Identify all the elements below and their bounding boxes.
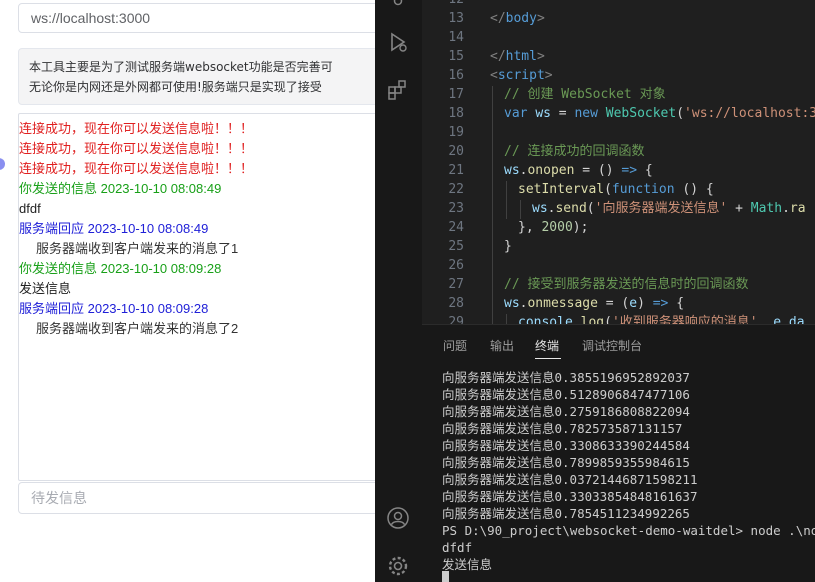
code-line: 27 // 接受到服务器发送的信息时的回调函数 bbox=[422, 275, 815, 294]
code-line: 20 // 连接成功的回调函数 bbox=[422, 142, 815, 161]
tab-output[interactable]: 输出 bbox=[490, 337, 514, 354]
code-line: 25} bbox=[422, 237, 815, 256]
code-text: ws.onopen = () => { bbox=[504, 163, 653, 178]
code-editor[interactable]: 12 13 </body> 14 15 </html> 16 <script> 17 // 创建 … bbox=[422, 0, 815, 324]
line-number: 12 bbox=[422, 0, 464, 9]
message-input[interactable]: 待发信息 bbox=[18, 482, 375, 514]
line-number: 13 bbox=[448, 11, 464, 26]
code-line: 17 // 创建 WebSocket 对象 bbox=[422, 85, 815, 104]
message-item: 你发送的信息 2023-10-10 08:08:49 bbox=[19, 181, 222, 196]
message-item: 服务端回应 2023-10-10 08:09:28 bbox=[19, 301, 209, 316]
line-number: 23 bbox=[448, 201, 464, 216]
line-number: 14 bbox=[448, 30, 464, 45]
code-line: 26 bbox=[422, 256, 815, 275]
code-text: }, 2000); bbox=[518, 220, 589, 235]
line-number: 22 bbox=[448, 182, 464, 197]
code-line: 13 </body> bbox=[422, 9, 815, 28]
code-text: // 连接成功的回调函数 bbox=[504, 144, 645, 159]
terminal-line: 发送信息 bbox=[442, 557, 493, 572]
terminal-line: PS D:\90_project\websocket-demo-waitdel>… bbox=[442, 523, 815, 538]
activity-bar bbox=[375, 0, 423, 582]
code-text: ws.send('向服务器端发送信息' + Math.ra bbox=[532, 201, 806, 216]
code-text: // 接受到服务器发送的信息时的回调函数 bbox=[504, 277, 749, 292]
code-line: 15 </html> bbox=[422, 47, 815, 66]
line-number: 18 bbox=[448, 106, 464, 121]
terminal-line: dfdf bbox=[442, 540, 473, 555]
vscode-window: 12 13 </body> 14 15 </html> 16 <script> 17 // 创建 … bbox=[375, 0, 815, 582]
line-number: 27 bbox=[448, 277, 464, 292]
web-page: ws://localhost:3000 本工具主要是为了测试服务端websock… bbox=[0, 0, 375, 582]
account-icon[interactable] bbox=[386, 506, 410, 530]
line-number: 15 bbox=[448, 49, 464, 64]
message-list: 连接成功，现在你可以发送信息啦！！！ 连接成功，现在你可以发送信息啦！！！ 连接成功… bbox=[19, 119, 375, 339]
line-number: 20 bbox=[448, 144, 464, 159]
extensions-icon[interactable] bbox=[386, 78, 410, 102]
code-text: // 创建 WebSocket 对象 bbox=[504, 87, 666, 102]
message-item: 连接成功，现在你可以发送信息啦！！！ bbox=[19, 141, 254, 156]
code-line: 22 setInterval(function () { bbox=[422, 180, 815, 199]
code-line: 21 ws.onopen = () => { bbox=[422, 161, 815, 180]
terminal-line: 向服务器端发送信息0.2759186808822094 bbox=[442, 404, 690, 419]
line-number: 26 bbox=[448, 258, 464, 273]
line-number: 28 bbox=[448, 296, 464, 311]
code-text: <script> bbox=[490, 68, 553, 83]
code-text: var ws = new WebSocket('ws://localhost:3… bbox=[504, 106, 815, 121]
code-text: console.log('收到服务器响应的消息', e.da bbox=[518, 315, 805, 324]
websocket-url-input[interactable]: ws://localhost:3000 bbox=[18, 3, 375, 33]
tab-problems[interactable]: 问题 bbox=[443, 337, 467, 354]
bottom-panel: 问题 输出 终端 调试控制台 向服务器端发送信息0.38551969528920… bbox=[422, 324, 815, 582]
line-number: 25 bbox=[448, 239, 464, 254]
message-item: 服务器端收到客户端发来的消息了2 bbox=[36, 321, 239, 336]
line-number: 19 bbox=[448, 125, 464, 140]
message-log[interactable]: 连接成功，现在你可以发送信息啦！！！ 连接成功，现在你可以发送信息啦！！！ 连接成功… bbox=[18, 113, 375, 481]
source-control-icon[interactable] bbox=[386, 0, 410, 18]
code-line: 12 bbox=[422, 0, 815, 9]
code-line: 29 console.log('收到服务器响应的消息', e.da bbox=[422, 313, 815, 324]
message-item: 你发送的信息 2023-10-10 08:09:28 bbox=[19, 261, 222, 276]
page-marker-icon bbox=[0, 158, 5, 170]
terminal-line: 向服务器端发送信息0.5128906847477106 bbox=[442, 387, 690, 402]
code-text: </html> bbox=[490, 49, 545, 64]
code-text: setInterval(function () { bbox=[518, 182, 714, 197]
terminal-line: 向服务器端发送信息0.3855196952892037 bbox=[442, 370, 690, 385]
message-item: dfdf bbox=[19, 201, 41, 216]
code-line: 16 <script> bbox=[422, 66, 815, 85]
message-item: 发送信息 bbox=[19, 281, 72, 296]
code-text: </body> bbox=[490, 11, 545, 26]
line-number: 16 bbox=[448, 68, 464, 83]
code-line: 24 }, 2000); bbox=[422, 218, 815, 237]
code-line: 14 bbox=[422, 28, 815, 47]
terminal-line: 向服务器端发送信息0.785451123499​2265 bbox=[442, 506, 690, 521]
terminal-line: 向服务器端发送信息0.03721446871598211 bbox=[442, 472, 698, 487]
tool-description: 本工具主要是为了测试服务端websocket功能是否完善可 无论你是内网还是外网… bbox=[18, 48, 375, 105]
code-text: ws.onmessage = (e) => { bbox=[504, 296, 685, 311]
message-item: 连接成功，现在你可以发送信息啦！！！ bbox=[19, 161, 254, 176]
terminal-line: 向服务器端发送信息0.782573587131157 bbox=[442, 421, 683, 436]
line-number: 17 bbox=[448, 87, 464, 102]
message-item: 服务端回应 2023-10-10 08:08:49 bbox=[19, 221, 209, 236]
tab-terminal[interactable]: 终端 bbox=[535, 337, 559, 354]
code-line: 28 ws.onmessage = (e) => { bbox=[422, 294, 815, 313]
terminal-line: 向服务器端发送信息0.7899859355984615 bbox=[442, 455, 690, 470]
message-item: 连接成功，现在你可以发送信息啦！！！ bbox=[19, 121, 254, 136]
code-line: 18 var ws = new WebSocket('ws://localhost… bbox=[422, 104, 815, 123]
line-number: 21 bbox=[448, 163, 464, 178]
line-number: 29 bbox=[448, 315, 464, 324]
terminal-line: 向服务器端发送信息0.3303385484816163​7 bbox=[442, 489, 698, 504]
code-line: 19 bbox=[422, 123, 815, 142]
line-number: 24 bbox=[448, 220, 464, 235]
tab-debug-console[interactable]: 调试控制台 bbox=[582, 337, 642, 354]
terminal-line: 向服务器端发送信息0.3308633390244584 bbox=[442, 438, 690, 453]
description-line: 本工具主要是为了测试服务端websocket功能是否完善可 bbox=[29, 60, 333, 74]
code-text: } bbox=[504, 239, 512, 254]
terminal-cursor bbox=[442, 571, 449, 582]
active-tab-indicator bbox=[535, 358, 561, 359]
run-debug-icon[interactable] bbox=[386, 30, 410, 54]
message-item: 服务器端收到客户端发来的消息了1 bbox=[36, 241, 239, 256]
code-line: 23 ws.send('向服务器端发送信息' + Math.ra bbox=[422, 199, 815, 218]
description-line: 无论你是内网还是外网都可使用!服务端只是实现了接受 bbox=[29, 80, 322, 94]
settings-gear-icon[interactable] bbox=[386, 554, 410, 578]
